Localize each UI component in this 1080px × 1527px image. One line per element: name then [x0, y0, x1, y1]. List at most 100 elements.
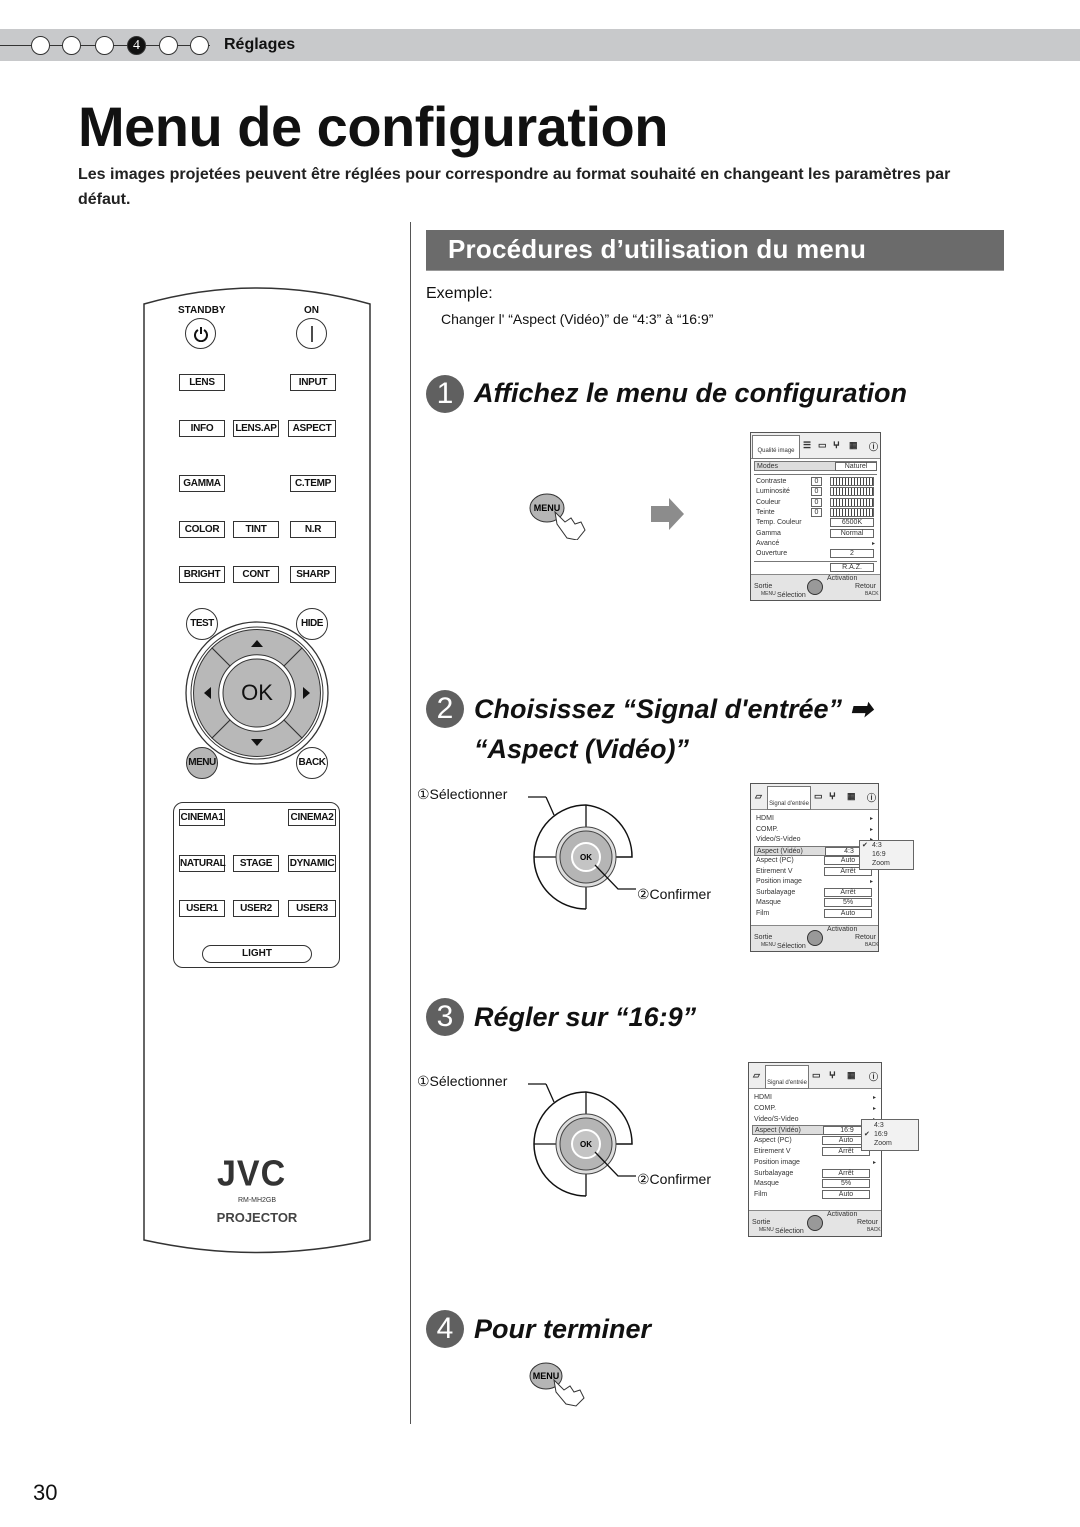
footer-back: Retour	[857, 1219, 879, 1226]
osd-row[interactable]: Couleur 0	[754, 497, 877, 508]
osd-row[interactable]: Video/S-Video▸	[752, 1115, 878, 1125]
step-number: 2	[426, 690, 464, 728]
osd-row[interactable]: Avancé ▸	[754, 539, 877, 549]
dynamic-button[interactable]: DYNAMIC	[288, 855, 336, 872]
n-r-button[interactable]: N.R	[290, 521, 336, 538]
gamma-button[interactable]: GAMMA	[179, 475, 225, 492]
popup-option[interactable]: 4:3	[872, 842, 882, 849]
hide-button[interactable]: HIDE	[296, 608, 328, 640]
osd-row[interactable]: Video/S-Video▸	[754, 835, 875, 845]
osd-row[interactable]: Surbalayage Arrêt	[752, 1168, 878, 1179]
osd-row[interactable]: Etirement V Arrêt	[754, 866, 875, 877]
lens-button[interactable]: LENS	[179, 374, 225, 391]
osd-row[interactable]: Aspect (Vidéo) 16:9	[752, 1125, 878, 1136]
popup-option[interactable]: Zoom	[872, 860, 890, 867]
section-title: Procédures d’utilisation du menu	[448, 234, 867, 264]
lens-ap-button[interactable]: LENS.AP	[233, 420, 279, 437]
row-label: Gamma	[756, 529, 781, 537]
osd-row[interactable]: Position image ▸	[752, 1158, 878, 1168]
step-number: 1	[426, 375, 464, 413]
footer-exit: Sortie	[754, 934, 773, 941]
slider[interactable]	[830, 487, 874, 497]
osd-row[interactable]: Masque 5%	[752, 1179, 878, 1189]
osd-row[interactable]: COMP. ▸	[754, 825, 875, 835]
chapter-step-2	[62, 36, 81, 55]
bright-button[interactable]: BRIGHT	[179, 566, 225, 583]
footer-back-key: BACK	[865, 942, 879, 948]
test-button[interactable]: TEST	[186, 608, 218, 640]
osd-footer: Sortie MENU Sélection Activation Retour …	[751, 574, 880, 600]
aspect-button[interactable]: ASPECT	[288, 420, 336, 437]
osd-tab-signal-active[interactable]: Signal d'entrée	[765, 1065, 809, 1089]
standby-button[interactable]	[185, 318, 216, 349]
osd-row-mode[interactable]: Modes Naturel	[754, 461, 877, 471]
installation-icon: ⵖ	[833, 440, 840, 450]
osd-row[interactable]: Film Auto	[752, 1190, 878, 1200]
slider[interactable]	[830, 497, 874, 507]
cinema1-button[interactable]: CINEMA1	[179, 809, 225, 826]
row-label: Aspect (PC)	[754, 1137, 792, 1145]
osd-row[interactable]: Etirement V Arrêt	[752, 1147, 878, 1157]
osd-row[interactable]: Contraste 0	[754, 477, 877, 487]
osd-separator	[754, 474, 877, 475]
dpad-diagram: OK	[528, 1083, 636, 1197]
slider[interactable]	[830, 507, 874, 517]
tint-button[interactable]: TINT	[233, 521, 279, 538]
osd-tab-picture-active[interactable]: Qualité image	[752, 435, 800, 459]
submenu-arrow-icon: ▸	[869, 816, 873, 822]
user2-button[interactable]: USER2	[233, 900, 279, 917]
popup-option[interactable]: 4:3	[874, 1122, 884, 1129]
row-label: Film	[754, 1191, 768, 1199]
row-value: 5%	[824, 898, 872, 907]
osd-row[interactable]: Aspect (PC) Auto	[754, 856, 875, 866]
osd-row[interactable]: Aspect (Vidéo) 4:3	[754, 845, 875, 856]
color-button[interactable]: COLOR	[179, 521, 225, 538]
tab-label: Signal d'entrée	[767, 1080, 807, 1086]
osd-row[interactable]: HDMI ▸	[754, 814, 875, 824]
settings-icon: ▦	[847, 791, 856, 801]
select-callout: ①Sélectionner	[417, 1073, 508, 1089]
menu-button[interactable]: MENU	[186, 747, 218, 779]
light-button[interactable]: LIGHT	[202, 945, 312, 963]
popup-option[interactable]: 16:9	[872, 851, 886, 858]
dpad-icon	[807, 930, 823, 946]
back-button[interactable]: BACK	[296, 747, 328, 779]
c-temp-button[interactable]: C.TEMP	[290, 475, 336, 492]
user1-button[interactable]: USER1	[179, 900, 225, 917]
osd-row[interactable]: Luminosité 0	[754, 487, 877, 497]
row-label: Surbalayage	[754, 1169, 794, 1177]
on-button[interactable]	[296, 318, 327, 349]
osd-row[interactable]: COMP. ▸	[752, 1104, 878, 1114]
osd-row[interactable]: Masque 5%	[754, 898, 875, 908]
osd-tab-signal-active[interactable]: Signal d'entrée	[767, 786, 811, 810]
settings-icon: ▦	[849, 440, 858, 450]
osd-row[interactable]: Position image ▸	[754, 877, 875, 887]
chapter-step-5	[159, 36, 178, 55]
row-value: Auto	[822, 1190, 870, 1200]
user3-button[interactable]: USER3	[288, 900, 336, 917]
stage-button[interactable]: STAGE	[233, 855, 279, 872]
row-label: Etirement V	[754, 1148, 791, 1155]
cont-button[interactable]: CONT	[233, 566, 279, 583]
natural-button[interactable]: NATURAL	[179, 855, 226, 872]
popup-option[interactable]: 16:9	[874, 1131, 888, 1138]
popup-option[interactable]: Zoom	[874, 1140, 892, 1147]
cinema2-button[interactable]: CINEMA2	[288, 809, 336, 826]
step-4-heading: 4 Pour terminer	[426, 1310, 651, 1349]
osd-row[interactable]: Teinte 0	[754, 507, 877, 518]
sharp-button[interactable]: SHARP	[290, 566, 336, 583]
input-button[interactable]: INPUT	[290, 374, 336, 391]
osd-row[interactable]: Aspect (PC) Auto	[752, 1136, 878, 1146]
reset-button[interactable]: R.A.Z.	[830, 563, 874, 572]
osd-row[interactable]: Surbalayage Arrêt	[754, 887, 875, 898]
footer-exit: Sortie	[754, 583, 773, 590]
footer-activate: Activation	[827, 1211, 858, 1218]
osd-row[interactable]: Film Auto	[754, 908, 875, 919]
slider[interactable]	[830, 477, 874, 486]
info-button[interactable]: INFO	[179, 420, 225, 437]
osd-row[interactable]: Temp. Couleur 6500K	[754, 518, 877, 528]
osd-reset-row[interactable]: R.A.Z.	[754, 563, 877, 573]
osd-row[interactable]: Gamma Normal	[754, 528, 877, 539]
osd-row[interactable]: Ouverture 2	[754, 549, 877, 559]
osd-row[interactable]: HDMI ▸	[752, 1093, 878, 1103]
